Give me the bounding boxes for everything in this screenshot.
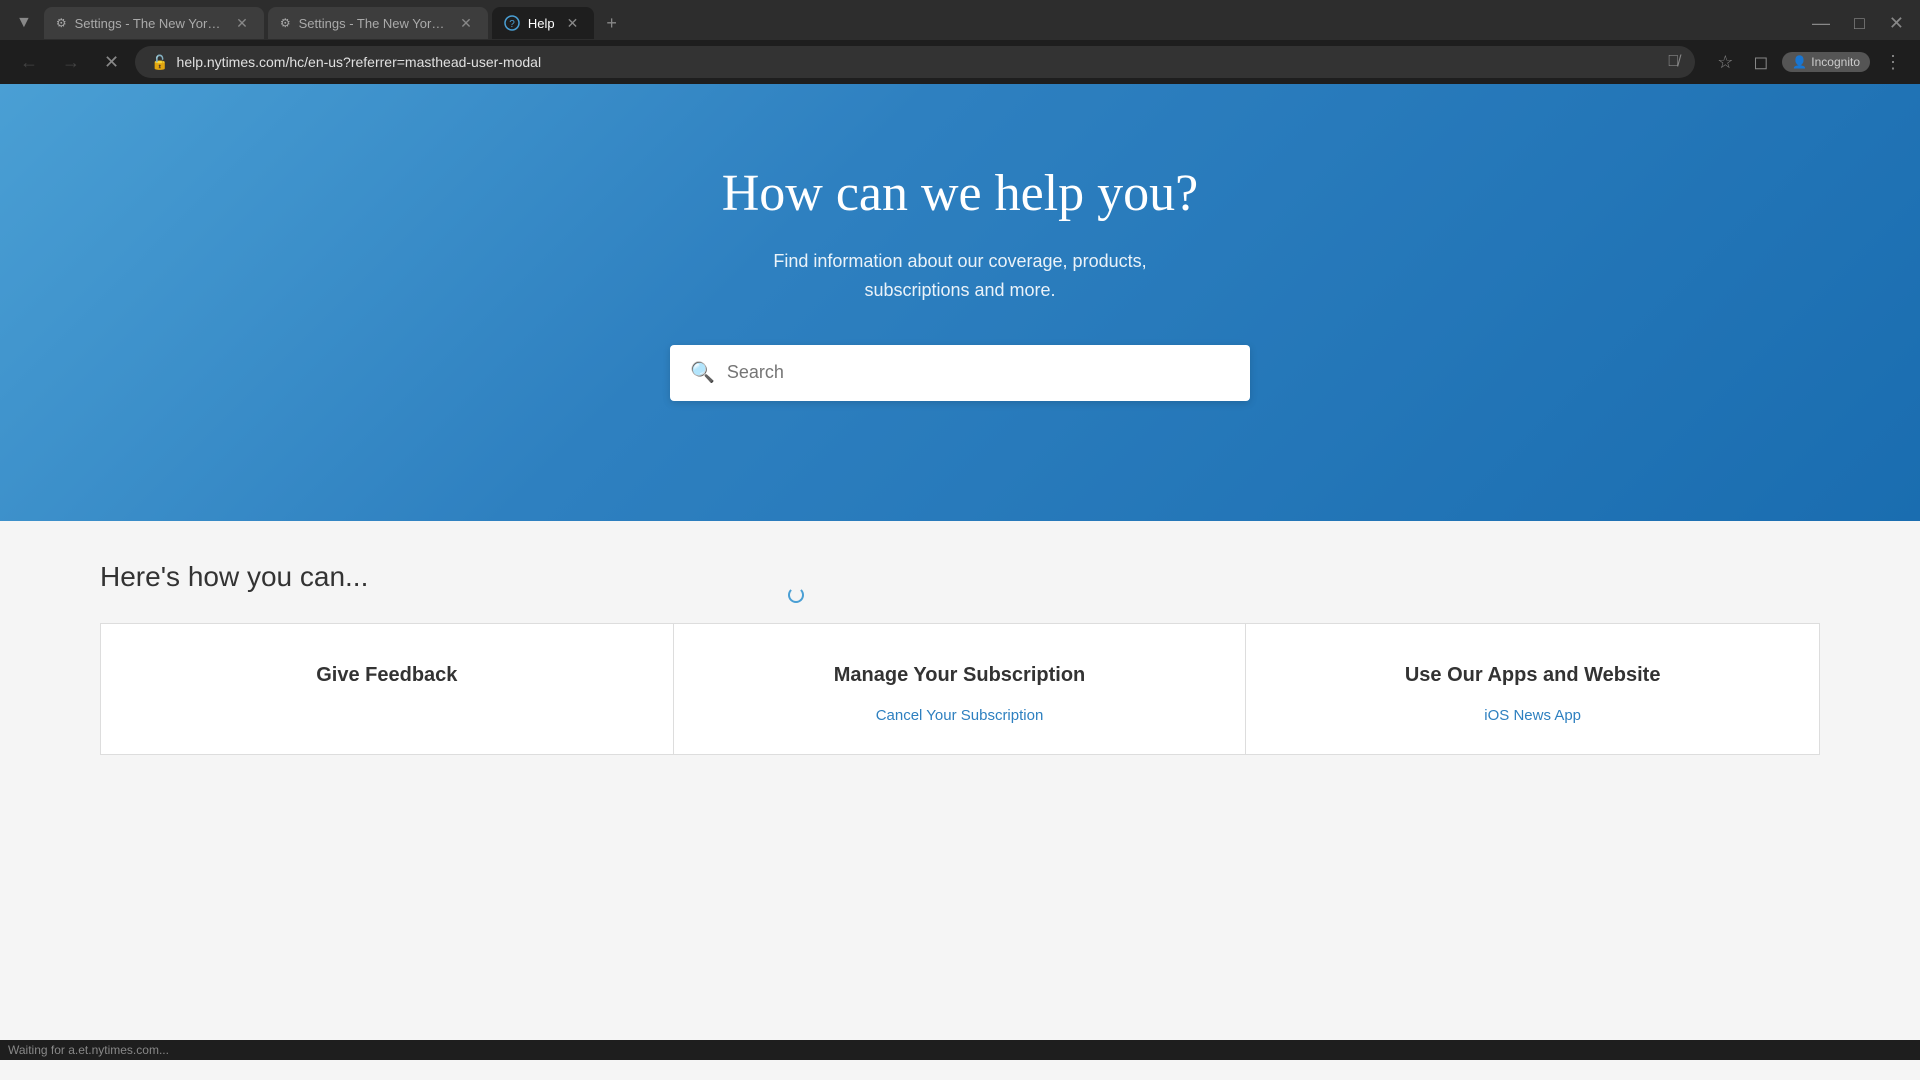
hero-subtitle-line2: subscriptions and more. [864,280,1055,300]
incognito-label: Incognito [1811,55,1860,69]
browser-actions: ☆ ◻ 👤 Incognito ⋮ [1711,48,1908,77]
page-content: How can we help you? Find information ab… [0,84,1920,1040]
maximize-button[interactable]: □ [1846,13,1873,34]
tab-1[interactable]: ⚙ Settings - The New York Times ✕ [44,7,264,39]
reload-button[interactable]: ✕ [96,48,127,77]
card-apps-website-title: Use Our Apps and Website [1276,664,1789,687]
sidebar-toggle-button[interactable]: ◻ [1747,48,1774,77]
tab-3[interactable]: ? Help ✕ [492,7,594,39]
cancel-subscription-link[interactable]: Cancel Your Subscription [704,707,1216,724]
card-give-feedback[interactable]: Give Feedback [101,624,674,754]
person-icon: 👤 [1792,55,1807,69]
search-icon: 🔍 [690,360,715,385]
hero-title: How can we help you? [722,164,1199,223]
tab-3-favicon: ? [504,15,520,31]
search-input[interactable] [727,362,1230,383]
tab-history-button[interactable]: ▼ [8,10,40,36]
section-title: Here's how you can... [100,561,1820,593]
card-give-feedback-title: Give Feedback [131,664,643,687]
cards-grid: Give Feedback Manage Your Subscription C… [100,623,1820,755]
close-window-button[interactable]: ✕ [1881,13,1912,34]
hero-subtitle-line1: Find information about our coverage, pro… [773,251,1146,271]
nav-bar: ← → ✕ 🔓 👁̸ ☆ ◻ 👤 Incognito ⋮ [0,40,1920,84]
tab-1-title: Settings - The New York Times [75,16,225,31]
window-controls: — □ ✕ [1804,13,1912,34]
incognito-badge: 👤 Incognito [1782,52,1870,72]
eye-off-icon: 👁̸ [1667,53,1679,71]
address-input[interactable] [177,54,1660,70]
card-manage-subscription-title: Manage Your Subscription [704,664,1216,687]
menu-button[interactable]: ⋮ [1878,48,1908,77]
tab-1-close[interactable]: ✕ [232,13,252,34]
bookmark-icon[interactable]: ☆ [1711,48,1739,77]
status-bar: Waiting for a.et.nytimes.com... [0,1040,1920,1060]
back-button[interactable]: ← [12,48,46,77]
browser-chrome: ▼ ⚙ Settings - The New York Times ✕ ⚙ Se… [0,0,1920,84]
search-box[interactable]: 🔍 [670,345,1250,401]
ios-news-app-link[interactable]: iOS News App [1276,707,1789,724]
minimize-button[interactable]: — [1804,13,1838,34]
card-apps-website[interactable]: Use Our Apps and Website iOS News App [1246,624,1819,754]
tab-2-title: Settings - The New York Times [299,16,449,31]
forward-button[interactable]: → [54,48,88,77]
new-tab-button[interactable]: + [598,9,625,38]
hero-subtitle: Find information about our coverage, pro… [773,247,1146,305]
below-fold-section: Here's how you can... Give Feedback Mana… [0,521,1920,775]
svg-text:?: ? [509,19,515,30]
tab-2[interactable]: ⚙ Settings - The New York Times ✕ [268,7,488,39]
tab-2-close[interactable]: ✕ [456,13,476,34]
status-text: Waiting for a.et.nytimes.com... [8,1043,169,1057]
card-manage-subscription[interactable]: Manage Your Subscription Cancel Your Sub… [674,624,1247,754]
address-bar[interactable]: 🔓 👁̸ [135,46,1695,78]
title-bar: ▼ ⚙ Settings - The New York Times ✕ ⚙ Se… [0,0,1920,40]
tab-3-close[interactable]: ✕ [563,13,583,34]
lock-icon: 🔓 [151,54,168,71]
tab-2-favicon: ⚙ [280,16,291,30]
tab-1-favicon: ⚙ [56,16,67,30]
hero-section: How can we help you? Find information ab… [0,84,1920,521]
tab-3-title: Help [528,16,555,31]
